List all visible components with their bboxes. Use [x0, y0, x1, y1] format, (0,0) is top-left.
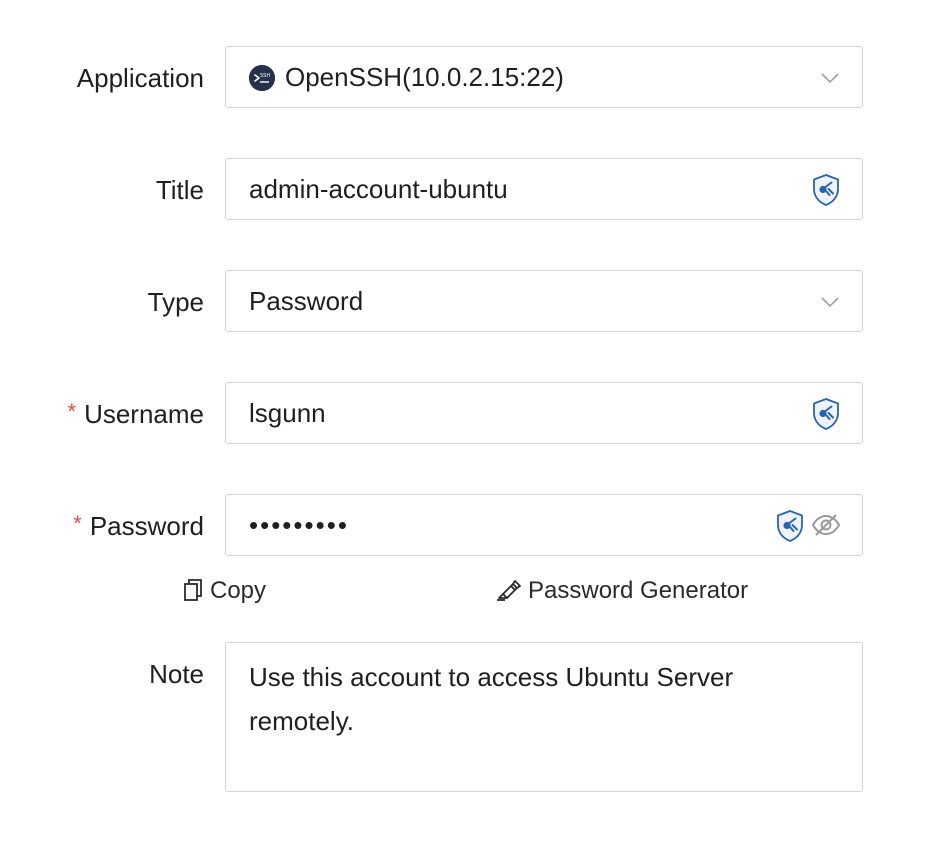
- password-manager-shield-icon[interactable]: [812, 398, 840, 430]
- title-input[interactable]: admin-account-ubuntu: [225, 158, 863, 220]
- ssh-logo-icon: SSH: [249, 65, 275, 91]
- copy-button[interactable]: Copy: [182, 575, 266, 607]
- password-manager-shield-icon[interactable]: [776, 510, 804, 542]
- application-select[interactable]: SSH OpenSSH(10.0.2.15:22): [225, 46, 863, 108]
- note-label: Note: [149, 659, 204, 689]
- title-label: Title: [155, 175, 204, 205]
- note-textarea[interactable]: Use this account to access Ubuntu Server…: [225, 642, 863, 792]
- type-value: Password: [249, 286, 364, 316]
- chevron-down-icon[interactable]: [820, 292, 840, 312]
- copy-icon: [184, 578, 202, 601]
- password-manager-shield-icon[interactable]: [812, 174, 840, 206]
- required-mark: *: [73, 511, 82, 536]
- type-select[interactable]: Password: [225, 270, 863, 332]
- eye-slash-icon[interactable]: [811, 512, 841, 538]
- password-generator-label: Password Generator: [528, 577, 749, 604]
- password-label: * Password: [73, 494, 204, 558]
- password-label-text: Password: [89, 511, 204, 541]
- password-value: •••••••••: [249, 510, 349, 540]
- type-label: Type: [147, 287, 204, 317]
- required-mark: *: [67, 399, 77, 424]
- highlighter-pen-icon: [497, 579, 521, 601]
- password-generator-button[interactable]: Password Generator: [496, 575, 748, 607]
- copy-label: Copy: [210, 577, 267, 604]
- account-form: Application SSH OpenSSH(10.0.2.15:22) Ti…: [0, 0, 948, 860]
- username-input[interactable]: lsgunn: [225, 382, 863, 444]
- application-label: Application: [76, 63, 204, 93]
- username-label-text: Username: [84, 399, 204, 429]
- ssh-logo-text: SSH: [260, 73, 270, 79]
- title-value: admin-account-ubuntu: [249, 174, 508, 204]
- note-value: Use this account to access Ubuntu Server…: [249, 662, 734, 736]
- chevron-down-icon[interactable]: [820, 68, 840, 88]
- username-value: lsgunn: [249, 398, 326, 428]
- password-input[interactable]: •••••••••: [225, 494, 863, 556]
- application-value: OpenSSH(10.0.2.15:22): [285, 62, 564, 92]
- username-label: * Username: [68, 382, 205, 446]
